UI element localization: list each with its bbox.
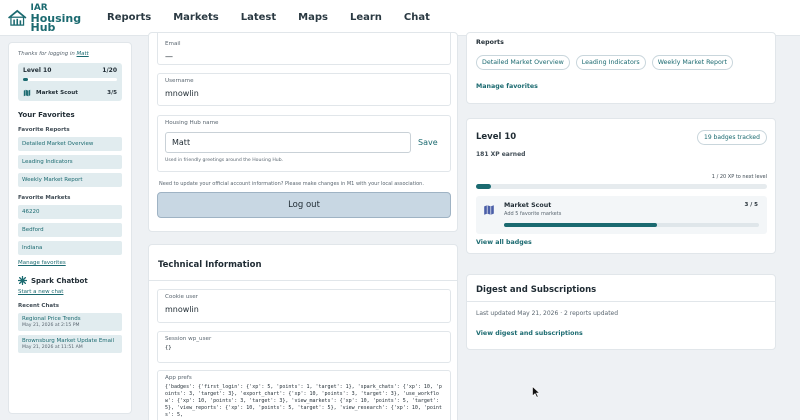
session-wp-user-value: {} — [165, 345, 172, 351]
reports-favorites-card: Reports Detailed Market Overview Leading… — [466, 32, 776, 104]
session-wp-user-field: Session wp_user {} — [157, 331, 451, 363]
badge-progress-fill — [504, 223, 657, 227]
sidebar: Thanks for logging in Matt Level 10 1/20… — [8, 42, 132, 414]
recent-chat-date: May 21, 2026 at 11:51 AM — [22, 345, 83, 350]
favorites-title: Your Favorites — [18, 111, 75, 119]
recent-chat-date: May 21, 2026 at 2:15 PM — [22, 323, 80, 328]
username-label: Username — [165, 78, 194, 84]
mouse-cursor-icon — [532, 386, 540, 398]
main-nav: Reports Markets Latest Maps Learn Chat — [107, 12, 452, 23]
app-prefs-label: App prefs — [165, 375, 192, 381]
new-chat-link[interactable]: Start a new chat — [18, 289, 122, 295]
badge-progress-bar — [504, 223, 759, 227]
session-wp-user-label: Session wp_user — [165, 336, 212, 342]
login-greeting: Thanks for logging in Matt — [18, 51, 89, 57]
map-icon — [484, 205, 494, 215]
recent-chat-item[interactable]: Brownsburg Market Update Email May 21, 2… — [18, 335, 122, 353]
sidebar-level-bar — [23, 78, 117, 81]
sidebar-badge-count: 3/5 — [107, 90, 117, 96]
favorite-market-item[interactable]: 46220 — [18, 205, 122, 219]
account-update-note: Need to update your official account inf… — [159, 181, 424, 187]
sidebar-level-bar-fill — [23, 78, 28, 81]
top-navigation-bar: IAR Housing Hub Reports Markets Latest M… — [0, 0, 800, 36]
xp-progress-bar — [476, 184, 767, 189]
nav-latest[interactable]: Latest — [241, 12, 276, 23]
spark-icon — [18, 276, 27, 285]
view-digest-link[interactable]: View digest and subscriptions — [476, 330, 583, 337]
hub-name-input[interactable] — [165, 132, 411, 153]
badge-name: Market Scout — [504, 202, 552, 209]
recent-chats-label: Recent Chats — [18, 303, 59, 309]
report-pills: Detailed Market Overview Leading Indicat… — [476, 55, 739, 70]
nav-markets[interactable]: Markets — [173, 12, 219, 23]
divider — [467, 301, 775, 302]
recent-chat-title: Regional Price Trends — [22, 316, 81, 322]
recent-chat-title: Brownsburg Market Update Email — [22, 338, 115, 344]
house-logo-icon — [8, 9, 27, 26]
xp-earned: 181 XP earned — [476, 151, 526, 158]
profile-card: Email — Username mnowlin Housing Hub nam… — [148, 32, 458, 232]
report-pill[interactable]: Detailed Market Overview — [476, 55, 570, 70]
email-label: Email — [165, 41, 181, 47]
logo[interactable]: IAR Housing Hub — [7, 3, 93, 34]
digest-card: Digest and Subscriptions Last updated Ma… — [466, 274, 776, 350]
map-icon — [23, 89, 31, 97]
badge-card-market-scout[interactable]: Market Scout Add 5 favorite markets 3 / … — [476, 196, 767, 234]
favorite-reports-label: Favorite Reports — [18, 127, 70, 133]
nav-reports[interactable]: Reports — [107, 12, 151, 23]
level-title: Level 10 — [476, 132, 517, 142]
app-prefs-value: {'badges': {'first_login': {'xp': 5, 'po… — [165, 384, 442, 418]
email-field: Email — — [157, 33, 451, 65]
reports-label: Reports — [476, 39, 504, 46]
greeting-user-link[interactable]: Matt — [77, 51, 89, 57]
badges-tracked-badge[interactable]: 19 badges tracked — [697, 130, 767, 145]
manage-favorites-button[interactable]: Manage favorites — [476, 83, 538, 90]
hub-name-hint: Used in friendly greetings around the Ho… — [165, 158, 284, 163]
report-pill[interactable]: Weekly Market Report — [651, 55, 733, 70]
logout-button[interactable]: Log out — [157, 192, 451, 218]
save-button[interactable]: Save — [418, 138, 438, 147]
cookie-user-value: mnowlin — [165, 305, 199, 314]
digest-last-updated: Last updated May 21, 2026 · 2 reports up… — [476, 310, 619, 317]
technical-info-card: Technical Information Cookie user mnowli… — [148, 244, 458, 420]
sidebar-level-progress-text: 1/20 — [102, 67, 117, 74]
hub-name-field: Housing Hub name Save Used in friendly g… — [157, 115, 451, 172]
sidebar-level-label: Level 10 — [23, 67, 52, 74]
favorite-report-item[interactable]: Weekly Market Report — [18, 173, 122, 187]
sidebar-level-card[interactable]: Level 10 1/20 Market Scout 3/5 — [18, 63, 122, 101]
logo-line2: Housing Hub — [30, 11, 82, 34]
username-value: mnowlin — [165, 89, 199, 98]
favorite-report-item[interactable]: Detailed Market Overview — [18, 137, 122, 151]
view-all-badges-link[interactable]: View all badges — [476, 239, 532, 246]
xp-progress-fill — [476, 184, 491, 189]
nav-learn[interactable]: Learn — [350, 12, 382, 23]
favorite-markets-label: Favorite Markets — [18, 195, 71, 201]
recent-chat-item[interactable]: Regional Price Trends May 21, 2026 at 2:… — [18, 313, 122, 331]
digest-title: Digest and Subscriptions — [476, 285, 597, 295]
hub-name-label: Housing Hub name — [165, 120, 219, 126]
level-card: Level 10 19 badges tracked 181 XP earned… — [466, 118, 776, 254]
spark-chatbot-heading: Spark Chatbot — [18, 276, 122, 285]
badge-count: 3 / 5 — [744, 202, 759, 208]
manage-favorites-link[interactable]: Manage favorites — [18, 260, 122, 266]
nav-chat[interactable]: Chat — [404, 12, 430, 23]
username-field: Username mnowlin — [157, 73, 451, 106]
app-prefs-field: App prefs {'badges': {'first_login': {'x… — [157, 370, 451, 420]
technical-info-title: Technical Information — [158, 260, 262, 270]
xp-to-next-level: 1 / 20 XP to next level — [711, 174, 767, 180]
nav-maps[interactable]: Maps — [298, 12, 328, 23]
favorite-report-item[interactable]: Leading Indicators — [18, 155, 122, 169]
divider — [149, 280, 457, 281]
email-value: — — [165, 52, 173, 61]
badge-description: Add 5 favorite markets — [504, 211, 562, 217]
favorite-market-item[interactable]: Bedford — [18, 223, 122, 237]
report-pill[interactable]: Leading Indicators — [575, 55, 646, 70]
sidebar-badge-name: Market Scout — [36, 90, 78, 96]
favorite-market-item[interactable]: Indiana — [18, 241, 122, 255]
cookie-user-label: Cookie user — [165, 294, 198, 300]
cookie-user-field: Cookie user mnowlin — [157, 289, 451, 323]
